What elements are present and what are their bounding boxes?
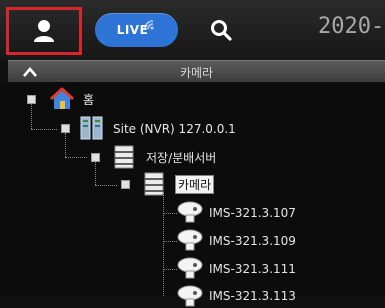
tree-connector — [163, 192, 164, 296]
camera-icon — [177, 285, 203, 307]
tree-connector — [95, 185, 117, 186]
tree-node-camera-label[interactable]: IMS-321.3.107 — [209, 206, 296, 220]
tree-toggle-site[interactable] — [61, 124, 70, 133]
tree-node-camera-label[interactable]: IMS-321.3.113 — [209, 289, 296, 303]
tree-toggle-camera-group[interactable] — [121, 180, 130, 189]
camera-group-icon — [144, 172, 164, 196]
top-toolbar: LIVE 2020- — [0, 0, 385, 60]
search-button[interactable] — [206, 15, 236, 45]
tree-node-camera-label[interactable]: IMS-321.3.111 — [209, 262, 296, 276]
tree-connector — [31, 103, 32, 129]
panel-title: 카메라 — [179, 66, 214, 80]
user-icon — [34, 20, 54, 42]
tree-node-camera-group-label[interactable]: 카메라 — [175, 175, 215, 194]
camera-panel-header: 카메라 — [8, 60, 385, 83]
tree-node-home-label[interactable]: 홈 — [83, 91, 94, 108]
tree-node-camera-label[interactable]: IMS-321.3.109 — [209, 234, 296, 248]
device-tree: 홈 Site (NVR) 127.0.0.1 저장/분배서버 카메라 IMS-3… — [0, 82, 385, 307]
live-button[interactable]: LIVE — [95, 13, 178, 47]
tree-toggle-storage[interactable] — [91, 153, 100, 162]
datetime-display: 2020- — [318, 14, 385, 39]
search-icon — [211, 20, 232, 41]
server-icon — [80, 116, 103, 140]
tree-connector — [65, 157, 87, 158]
camera-icon — [177, 229, 203, 251]
tree-node-site-label[interactable]: Site (NVR) 127.0.0.1 — [113, 122, 236, 136]
tree-node-storage-label[interactable]: 저장/분배서버 — [146, 149, 216, 166]
tree-connector — [95, 161, 96, 185]
camera-icon — [177, 201, 203, 223]
user-button[interactable] — [6, 7, 82, 55]
signal-icon — [144, 20, 154, 30]
tree-connector — [65, 133, 66, 157]
tree-toggle-root[interactable] — [27, 95, 36, 104]
tree-connector — [31, 129, 57, 130]
camera-icon — [177, 257, 203, 279]
home-icon — [49, 87, 75, 109]
storage-server-icon — [114, 145, 134, 169]
